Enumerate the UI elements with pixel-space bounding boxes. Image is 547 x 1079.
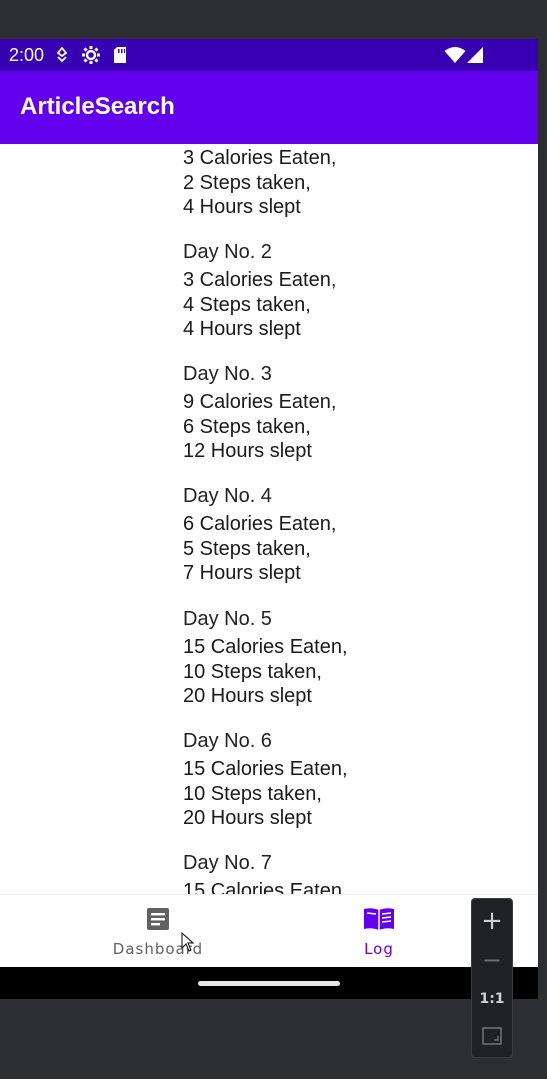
entry-steps: 10 Steps taken, — [183, 782, 322, 805]
entry-sleep: 4 Hours slept — [183, 196, 301, 218]
entry-day: Day No. 3 — [183, 363, 272, 385]
entry-day: Day No. 5 — [183, 608, 272, 630]
log-entry: Day No. 2 3 Calories Eaten, 4 Steps take… — [183, 240, 483, 342]
log-entry: Day No. 3 9 Calories Eaten, 6 Steps take… — [183, 362, 483, 464]
entry-day: Day No. 2 — [183, 241, 272, 263]
bottom-navigation: Dashboard Log — [0, 894, 538, 967]
sd-card-icon — [112, 46, 128, 64]
data-saver-icon — [56, 46, 68, 64]
entry-day: Day No. 4 — [183, 485, 272, 507]
zoom-out-button[interactable]: − — [472, 940, 512, 979]
entry-steps: 2 Steps taken, — [183, 171, 311, 194]
entry-steps: 6 Steps taken, — [183, 415, 311, 438]
log-entry: Day No. 6 15 Calories Eaten, 10 Steps ta… — [183, 729, 483, 831]
settings-gear-icon — [81, 46, 101, 64]
entry-steps: 5 Steps taken, — [183, 537, 311, 560]
entry-calories: 15 Calories Eaten, — [183, 880, 348, 894]
app-title: ArticleSearch — [20, 93, 175, 120]
entry-day: Day No. 6 — [183, 730, 272, 752]
entry-calories: 9 Calories Eaten, — [183, 391, 337, 413]
status-time: 2:00 — [9, 45, 45, 65]
log-list[interactable]: 3 Calories Eaten, 2 Steps taken, 4 Hours… — [0, 144, 538, 894]
status-bar: 2:00 — [0, 39, 538, 71]
mouse-cursor-icon — [181, 931, 195, 957]
zoom-in-button[interactable]: + — [472, 901, 512, 940]
nav-label-log: Log — [364, 940, 394, 958]
nav-label-dashboard: Dashboard — [112, 940, 204, 958]
entry-sleep: 20 Hours slept — [183, 807, 312, 829]
emulator-top-frame — [0, 0, 547, 39]
entry-day: Day No. 7 — [183, 852, 272, 874]
cell-signal-icon — [466, 46, 484, 64]
book-icon — [363, 907, 395, 936]
entry-calories: 3 Calories Eaten, — [183, 147, 337, 169]
app-bar: ArticleSearch — [0, 71, 538, 144]
device-screen: 2:00 ArticleSearch 3 Calories Eaten, 2 S… — [0, 39, 538, 999]
log-entry: Day No. 7 15 Calories Eaten, — [183, 851, 483, 894]
log-entry: Day No. 4 6 Calories Eaten, 5 Steps take… — [183, 484, 483, 586]
entry-sleep: 7 Hours slept — [183, 562, 301, 584]
actual-size-button[interactable]: 1:1 — [472, 979, 512, 1018]
entry-steps: 4 Steps taken, — [183, 293, 311, 316]
fit-screen-icon — [482, 1026, 502, 1049]
entry-calories: 15 Calories Eaten, — [183, 758, 348, 780]
fit-screen-button[interactable] — [472, 1018, 512, 1057]
entry-sleep: 12 Hours slept — [183, 440, 312, 462]
emulator-zoom-controls: + − 1:1 — [471, 898, 513, 1058]
nav-item-dashboard[interactable]: Dashboard — [98, 907, 218, 958]
wifi-icon — [444, 46, 466, 64]
article-icon — [146, 907, 170, 936]
entry-calories: 6 Calories Eaten, — [183, 513, 337, 535]
gesture-navigation-bar — [0, 967, 538, 999]
entry-sleep: 4 Hours slept — [183, 318, 301, 340]
entry-calories: 15 Calories Eaten, — [183, 636, 348, 658]
entry-steps: 10 Steps taken, — [183, 660, 322, 683]
emulator-bottom-frame — [0, 999, 547, 1079]
entry-sleep: 20 Hours slept — [183, 685, 312, 707]
entry-calories: 3 Calories Eaten, — [183, 269, 337, 291]
log-entry-partial: 3 Calories Eaten, 2 Steps taken, 4 Hours… — [183, 146, 483, 220]
nav-item-log[interactable]: Log — [319, 907, 439, 958]
log-entry: Day No. 5 15 Calories Eaten, 10 Steps ta… — [183, 607, 483, 709]
home-gesture-handle[interactable] — [198, 981, 340, 986]
